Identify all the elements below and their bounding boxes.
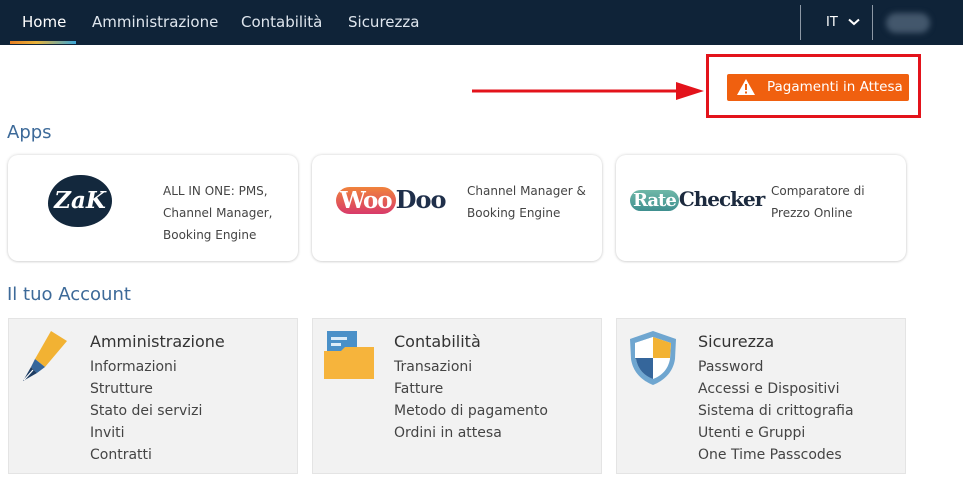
top-navbar: Home Amministrazione Contabilità Sicurez…: [0, 0, 963, 45]
link-inviti[interactable]: Inviti: [90, 425, 125, 441]
link-transazioni[interactable]: Transazioni: [394, 359, 472, 375]
chevron-down-icon: [848, 0, 860, 45]
link-informazioni[interactable]: Informazioni: [90, 359, 177, 375]
link-stato-servizi[interactable]: Stato dei servizi: [90, 403, 202, 419]
nav-separator: [800, 5, 801, 40]
link-contratti[interactable]: Contratti: [90, 447, 152, 463]
folder-icon: [323, 329, 375, 385]
app-description: Channel Manager & Booking Engine: [467, 184, 586, 220]
pen-nib-icon: [21, 329, 71, 387]
app-card-woodoo[interactable]: Woo Doo Channel Manager & Booking Engine: [312, 155, 602, 261]
tab-amministrazione[interactable]: Amministrazione: [92, 0, 218, 45]
annotation-arrow: [472, 82, 704, 100]
language-code: IT: [826, 15, 838, 30]
account-card-contabilita: Contabilità Transazioni Fatture Metodo d…: [312, 318, 602, 474]
pending-payments-label: Pagamenti in Attesa: [767, 79, 903, 95]
tab-home[interactable]: Home: [22, 0, 66, 45]
link-one-time-passcodes[interactable]: One Time Passcodes: [698, 447, 842, 463]
link-utenti-gruppi[interactable]: Utenti e Gruppi: [698, 425, 805, 441]
link-sistema-crittografia[interactable]: Sistema di crittografia: [698, 403, 854, 419]
tab-sicurezza[interactable]: Sicurezza: [348, 0, 419, 45]
tab-contabilita[interactable]: Contabilità: [241, 0, 322, 45]
shield-icon: [627, 329, 679, 391]
account-card-title: Contabilità: [394, 332, 481, 351]
pending-payments-button[interactable]: Pagamenti in Attesa: [727, 74, 909, 101]
app-card-ratechecker[interactable]: Rate Checker Comparatore di Prezzo Online: [616, 155, 906, 261]
account-card-amministrazione: Amministrazione Informazioni Strutture S…: [8, 318, 298, 474]
link-strutture[interactable]: Strutture: [90, 381, 153, 397]
app-card-zak[interactable]: ZaK ALL IN ONE: PMS, Channel Manager, Bo…: [8, 155, 298, 261]
account-card-title: Sicurezza: [698, 332, 775, 351]
account-section-title: Il tuo Account: [7, 284, 131, 305]
woodoo-logo: Woo Doo: [336, 185, 446, 214]
app-description: Comparatore di Prezzo Online: [771, 184, 865, 220]
account-card-sicurezza: Sicurezza Password Accessi e Dispositivi…: [616, 318, 906, 474]
link-fatture[interactable]: Fatture: [394, 381, 443, 397]
link-password[interactable]: Password: [698, 359, 763, 375]
nav-separator: [872, 5, 873, 40]
apps-section-title: Apps: [7, 122, 52, 143]
language-selector[interactable]: IT: [826, 0, 860, 45]
account-card-title: Amministrazione: [90, 332, 225, 351]
ratechecker-logo: Rate Checker: [630, 187, 765, 211]
warning-icon: [736, 78, 756, 106]
app-description: ALL IN ONE: PMS, Channel Manager, Bookin…: [163, 184, 273, 242]
link-metodo-pagamento[interactable]: Metodo di pagamento: [394, 403, 548, 419]
link-accessi-dispositivi[interactable]: Accessi e Dispositivi: [698, 381, 839, 397]
user-menu-avatar[interactable]: [886, 13, 930, 33]
active-tab-indicator: [10, 41, 76, 44]
zak-logo: ZaK: [48, 175, 112, 227]
link-ordini-attesa[interactable]: Ordini in attesa: [394, 425, 502, 441]
